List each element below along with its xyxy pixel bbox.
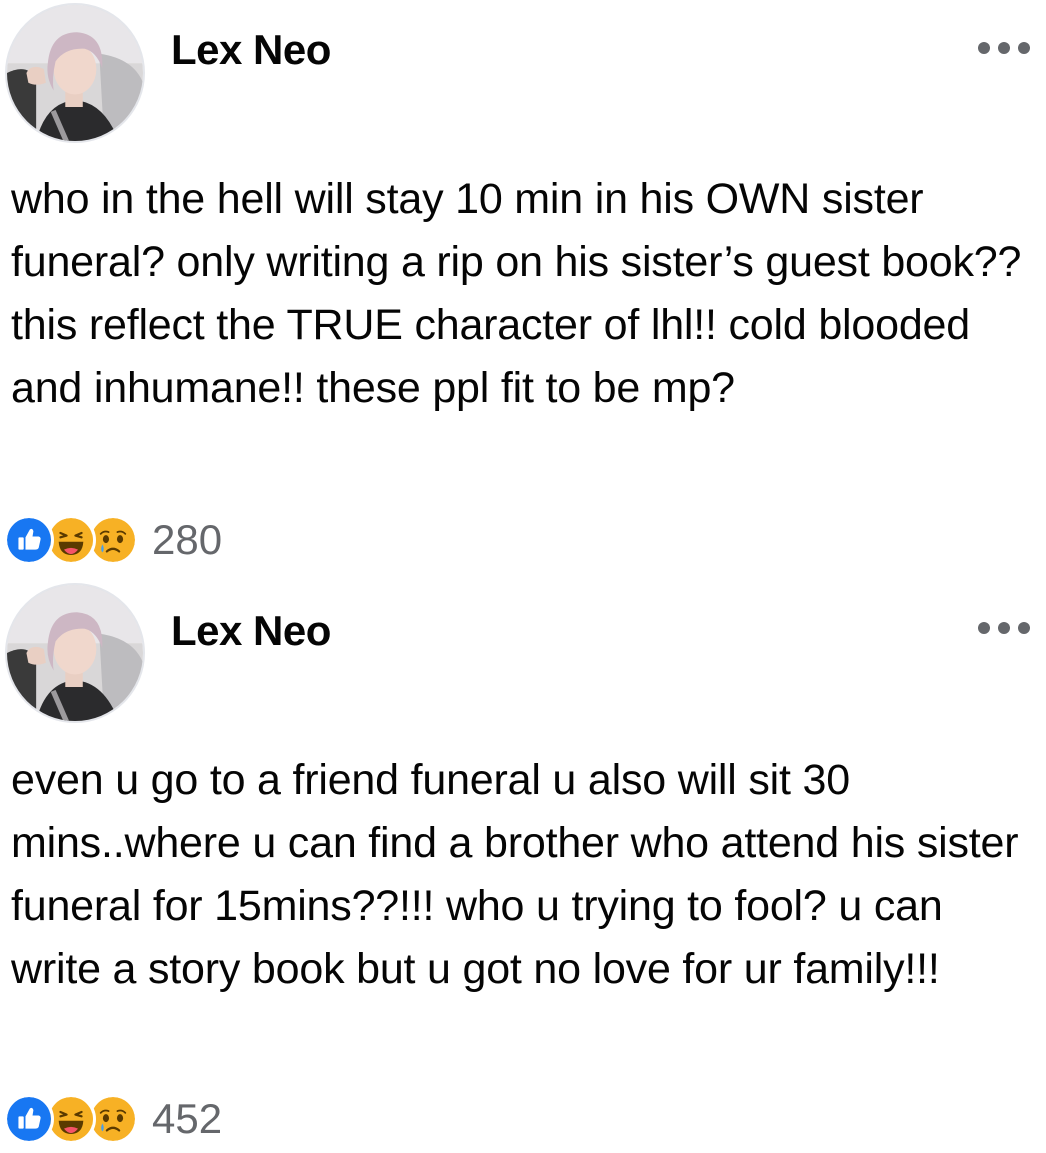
comment-post: Lex Neo who in the hell will stay 10 min…: [0, 0, 1046, 582]
like-icon: [4, 1094, 54, 1144]
reaction-count: 280: [152, 516, 223, 563]
like-icon: [4, 515, 54, 565]
more-options-icon[interactable]: [978, 620, 1030, 636]
author-name[interactable]: Lex Neo: [171, 26, 331, 74]
profile-photo-icon: [7, 585, 143, 721]
comment-text: who in the hell will stay 10 min in his …: [11, 175, 1022, 412]
comment-text: even u go to a friend funeral u also wil…: [11, 756, 1019, 993]
avatar[interactable]: [5, 583, 145, 723]
more-options-icon[interactable]: [978, 40, 1030, 56]
profile-photo-icon: [7, 5, 143, 141]
author-name[interactable]: Lex Neo: [171, 607, 331, 655]
reactions-summary[interactable]: 280: [4, 512, 222, 568]
reaction-count: 452: [152, 1095, 223, 1142]
avatar[interactable]: [5, 3, 145, 143]
reactions-summary[interactable]: 452: [4, 1091, 222, 1147]
comment-post: Lex Neo even u go to a friend funeral u …: [0, 582, 1046, 1153]
